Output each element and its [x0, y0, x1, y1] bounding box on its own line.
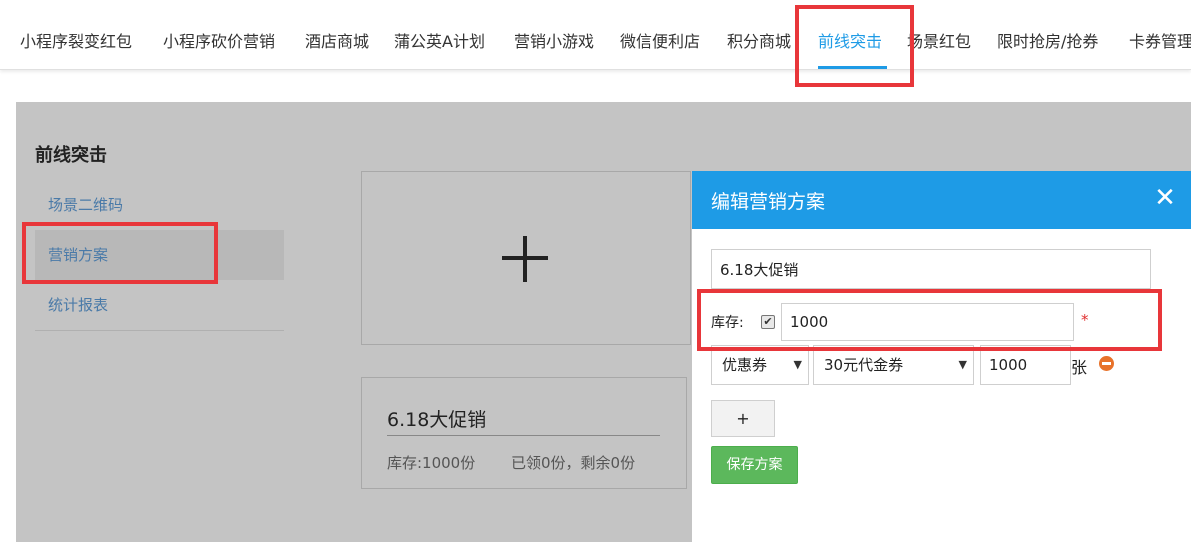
nav-tab-hotel-mall[interactable]: 酒店商城 — [305, 31, 369, 53]
caret-down-icon: ▼ — [958, 358, 967, 371]
nav-tab-fission-red-packet[interactable]: 小程序裂变红包 — [20, 31, 132, 53]
reward-type-select[interactable]: 优惠券 ▼ — [711, 345, 809, 385]
caret-down-icon: ▼ — [793, 358, 802, 371]
nav-tab-scene-red-packet[interactable]: 场景红包 — [907, 31, 971, 53]
remove-row-icon[interactable] — [1099, 356, 1114, 371]
coupon-value: 30元代金券 — [824, 356, 904, 374]
plan-card-claimed: 已领0份，剩余0份 — [511, 454, 636, 472]
plan-card-stock: 库存:1000份 — [387, 454, 476, 472]
highlight-box-stock-row — [697, 289, 1162, 351]
highlight-box-nav-tab — [795, 5, 914, 87]
coupon-select[interactable]: 30元代金券 ▼ — [813, 345, 974, 385]
nav-tab-points-mall[interactable]: 积分商城 — [727, 31, 791, 53]
plan-card-divider — [387, 435, 660, 436]
sidebar-divider — [35, 330, 284, 331]
nav-tab-bargain-marketing[interactable]: 小程序砍价营销 — [163, 31, 275, 53]
unit-label: 张 — [1071, 358, 1088, 377]
reward-type-value: 优惠券 — [722, 356, 768, 374]
plan-card-title: 6.18大促销 — [387, 409, 487, 431]
nav-tab-flash-sale[interactable]: 限时抢房/抢券 — [997, 31, 1098, 53]
save-plan-button[interactable]: 保存方案 — [711, 446, 798, 484]
nav-tab-dandelion-plan[interactable]: 蒲公英A计划 — [394, 31, 485, 53]
add-reward-row-button[interactable]: + — [711, 400, 775, 437]
plan-name-input[interactable] — [711, 249, 1151, 289]
nav-tab-marketing-games[interactable]: 营销小游戏 — [514, 31, 594, 53]
highlight-box-sidebar-item — [22, 222, 218, 284]
close-icon[interactable]: ✕ — [1152, 183, 1178, 213]
nav-tab-wechat-store[interactable]: 微信便利店 — [620, 31, 700, 53]
modal-title: 编辑营销方案 — [711, 191, 826, 213]
quantity-input[interactable] — [980, 345, 1071, 385]
sidebar-item-statistics-report[interactable]: 统计报表 — [35, 280, 284, 330]
plus-icon-vertical — [523, 236, 527, 282]
nav-tab-coupon-management[interactable]: 卡券管理 — [1129, 31, 1191, 53]
sidebar-title: 前线突击 — [35, 145, 107, 166]
